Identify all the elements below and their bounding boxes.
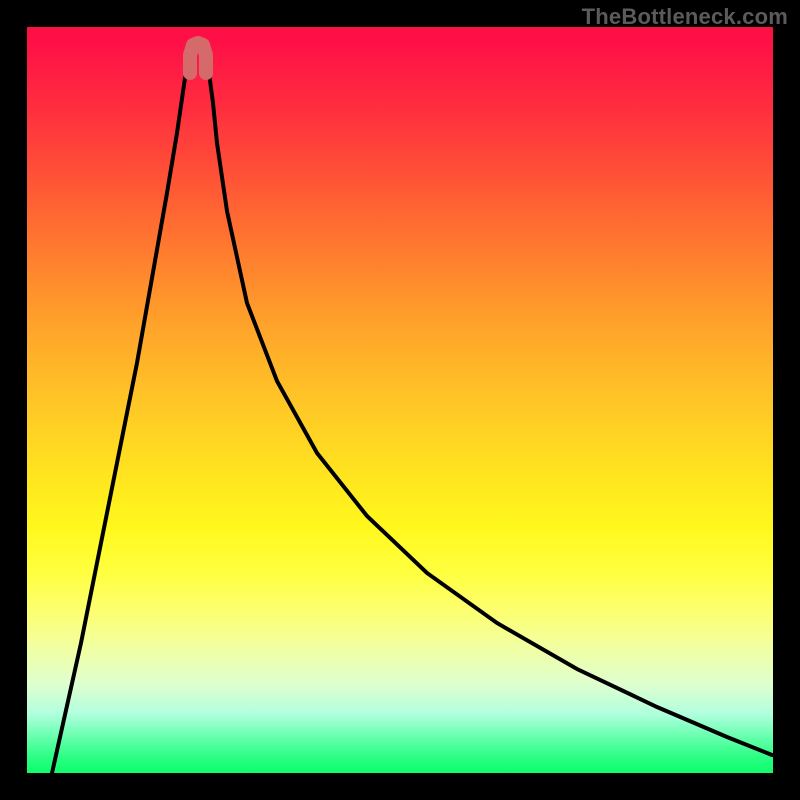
gradient-background [27, 27, 773, 773]
chart-frame: TheBottleneck.com [0, 0, 800, 800]
plot-area [27, 27, 773, 773]
watermark-text: TheBottleneck.com [582, 4, 788, 30]
